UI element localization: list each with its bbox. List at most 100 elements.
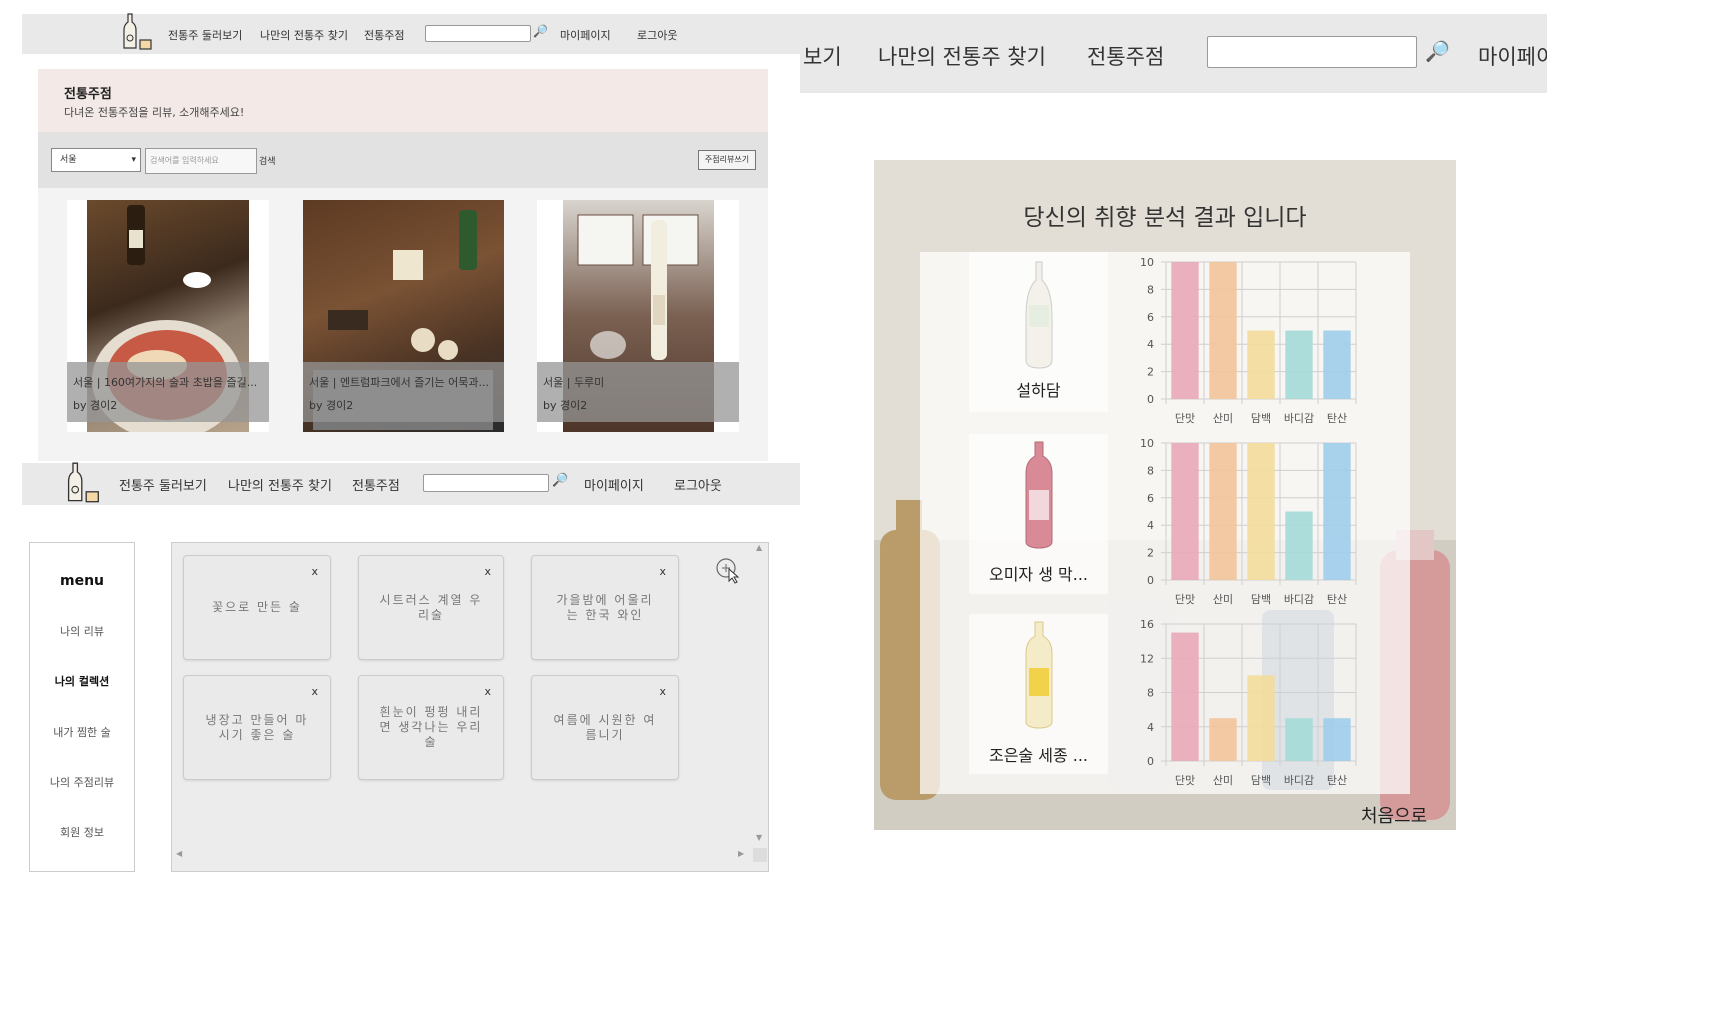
search-icon[interactable]: 🔎 bbox=[552, 473, 568, 488]
collection-label: 여름에 시원한 여름니기 bbox=[553, 712, 657, 742]
collection-card[interactable]: 여름에 시원한 여름니기 x bbox=[531, 675, 679, 780]
search-icon[interactable]: 🔎 bbox=[533, 24, 548, 38]
close-icon[interactable]: x bbox=[311, 564, 318, 579]
sidebar-item-wishlist[interactable]: 내가 찜한 술 bbox=[30, 724, 134, 740]
scroll-down-icon[interactable]: ▼ bbox=[756, 833, 762, 842]
nav-item-find[interactable]: 나만의 전통주 찾기 bbox=[260, 27, 348, 43]
close-icon[interactable]: x bbox=[484, 684, 491, 699]
y-tick-label: 0 bbox=[1147, 393, 1154, 406]
collection-card[interactable]: 시트러스 계열 우리술 x bbox=[358, 555, 504, 660]
collection-card[interactable]: 가을밤에 어울리는 한국 와인 x bbox=[531, 555, 679, 660]
drink-item[interactable]: 오미자 생 막... bbox=[969, 434, 1108, 594]
nav-logout[interactable]: 로그아웃 bbox=[637, 27, 677, 43]
close-icon[interactable]: x bbox=[659, 684, 666, 699]
bar-chart: 0 2 4 6 8 10 단맛 산미 담백 바디감 탄산 bbox=[1140, 437, 1357, 606]
nav-mypage-partial[interactable]: 마이페이 bbox=[1478, 41, 1547, 71]
close-icon[interactable]: x bbox=[484, 564, 491, 579]
logo-icon[interactable] bbox=[64, 461, 104, 505]
scroll-right-icon[interactable]: ▶ bbox=[738, 849, 744, 858]
sidebar-item-account[interactable]: 회원 정보 bbox=[30, 824, 134, 840]
horizontal-scrollbar[interactable]: ◀ ▶ bbox=[172, 848, 752, 862]
result-title: 당신의 취향 분석 결과 입니다 bbox=[1023, 205, 1307, 231]
pub-card-author: by 경이2 bbox=[309, 399, 354, 412]
pub-search-placeholder: 검색어를 입력하세요 bbox=[150, 156, 219, 165]
add-collection-icon[interactable] bbox=[715, 557, 743, 589]
region-select[interactable]: 서울 ▾ bbox=[51, 148, 141, 172]
search-input[interactable] bbox=[425, 25, 531, 42]
bar bbox=[1209, 718, 1237, 761]
drink-item[interactable]: 설하담 bbox=[969, 252, 1108, 412]
logo-icon[interactable] bbox=[122, 12, 154, 52]
y-tick-label: 8 bbox=[1147, 464, 1154, 477]
nav-item-browse[interactable]: 전통주 둘러보기 bbox=[119, 475, 207, 494]
close-icon[interactable]: x bbox=[311, 684, 318, 699]
y-tick-label: 4 bbox=[1147, 519, 1154, 532]
taste-charts: 0246810단맛 산미 담백 바디감 탄산0246810단맛 산미 담백 바디감 탄산0481… bbox=[1140, 256, 1357, 787]
collection-label: 냉장고 만들어 마시기 좋은 술 bbox=[205, 712, 309, 742]
write-review-button[interactable]: 주점리뷰쓰기 bbox=[698, 150, 756, 170]
drink-image bbox=[1025, 621, 1053, 729]
nav-mypage[interactable]: 마이페이지 bbox=[584, 475, 644, 494]
x-tick-label: 바디감 bbox=[1284, 593, 1314, 606]
search-input[interactable] bbox=[423, 474, 549, 492]
bar bbox=[1171, 632, 1199, 761]
x-tick-label: 단맛 bbox=[1175, 593, 1195, 606]
sidebar-item-reviews[interactable]: 나의 리뷰 bbox=[30, 623, 134, 639]
pub-card[interactable]: 서울 | 두루미 by 경이2 bbox=[537, 200, 739, 432]
y-tick-label: 0 bbox=[1147, 574, 1154, 587]
collection-card[interactable]: 꽃으로 만든 술 x bbox=[183, 555, 331, 660]
x-tick-label: 단맛 bbox=[1175, 774, 1195, 787]
pub-card[interactable]: 서울 | 160여가지의 술과 초밥을 즐길... by 경이2 bbox=[67, 200, 269, 432]
scroll-left-icon[interactable]: ◀ bbox=[176, 849, 182, 858]
scroll-up-icon[interactable]: ▲ bbox=[756, 543, 762, 552]
result-nav: 보기 나만의 전통주 찾기 전통주점 🔎 마이페이 bbox=[800, 14, 1547, 93]
bar bbox=[1209, 443, 1237, 580]
bar bbox=[1323, 330, 1351, 399]
pub-card-author: by 경이2 bbox=[543, 399, 588, 412]
x-tick-label: 담백 bbox=[1251, 774, 1271, 787]
x-tick-label: 담백 bbox=[1251, 593, 1271, 606]
pub-search-input[interactable]: 검색어를 입력하세요 bbox=[145, 148, 257, 174]
x-tick-label: 산미 bbox=[1213, 412, 1233, 425]
pub-search-button[interactable]: 검색 bbox=[259, 154, 276, 167]
collection-card[interactable]: 냉장고 만들어 마시기 좋은 술x bbox=[183, 675, 331, 780]
vertical-scrollbar[interactable]: ▲ ▼ bbox=[754, 543, 767, 853]
sidebar-item-collection[interactable]: 나의 컬렉션 bbox=[30, 673, 134, 689]
x-tick-label: 바디감 bbox=[1284, 412, 1314, 425]
search-icon[interactable]: 🔎 bbox=[1425, 39, 1450, 63]
y-tick-label: 6 bbox=[1147, 492, 1154, 505]
sidebar-item-pub-reviews[interactable]: 나의 주점리뷰 bbox=[30, 774, 134, 790]
region-value: 서울 bbox=[60, 155, 77, 165]
y-tick-label: 2 bbox=[1147, 547, 1154, 560]
bar bbox=[1171, 443, 1199, 580]
nav-item-pub[interactable]: 전통주점 bbox=[364, 27, 404, 43]
nav-logout[interactable]: 로그아웃 bbox=[674, 475, 722, 494]
pub-card-author: by 경이2 bbox=[73, 399, 118, 412]
x-tick-label: 산미 bbox=[1213, 593, 1233, 606]
bar bbox=[1285, 718, 1313, 761]
collection-area: 꽃으로 만든 술x 시트러스 계열 우리술 x 가을밤에 어울리는 한국 와인 x … bbox=[171, 542, 769, 872]
nav-item-find[interactable]: 나만의 전통주 찾기 bbox=[228, 475, 332, 494]
x-tick-label: 탄산 bbox=[1327, 774, 1347, 787]
nav-item-find[interactable]: 나만의 전통주 찾기 bbox=[878, 41, 1046, 71]
pub-card[interactable]: 서울 | 엔트럼파크에서 즐기는 어묵과... by 경이2 bbox=[303, 200, 504, 432]
bar-chart: 0 2 4 6 8 10 단맛 산미 담백 바디감 탄산 bbox=[1140, 256, 1357, 425]
pub-card-caption: 서울 | 엔트럼파크에서 즐기는 어묵과... by 경이2 bbox=[303, 362, 504, 422]
collection-card[interactable]: 흰눈이 펑펑 내리면 생각나는 우리술 x bbox=[358, 675, 504, 780]
x-tick-label: 탄산 bbox=[1327, 593, 1347, 606]
nav-item-pub[interactable]: 전통주점 bbox=[352, 475, 400, 494]
nav-item-browse-partial[interactable]: 보기 bbox=[803, 41, 842, 71]
nav-item-browse[interactable]: 전통주 둘러보기 bbox=[168, 27, 242, 43]
y-tick-label: 16 bbox=[1140, 618, 1154, 631]
close-icon[interactable]: x bbox=[659, 564, 666, 579]
nav-item-pub[interactable]: 전통주점 bbox=[1087, 41, 1164, 71]
x-tick-label: 단맛 bbox=[1175, 412, 1195, 425]
search-input[interactable] bbox=[1207, 36, 1417, 68]
back-to-start-button[interactable]: 처음으로 bbox=[1361, 802, 1427, 828]
x-tick-label: 바디감 bbox=[1284, 774, 1314, 787]
bar bbox=[1247, 443, 1275, 580]
bar-chart: 0 4 8 12 16 단맛 산미 담백 바디감 탄산 bbox=[1140, 618, 1357, 787]
drink-item[interactable]: 조은술 세종 ... bbox=[969, 614, 1108, 774]
pub-card-title: 서울 | 엔트럼파크에서 즐기는 어묵과... bbox=[309, 376, 489, 389]
nav-mypage[interactable]: 마이페이지 bbox=[560, 27, 611, 43]
